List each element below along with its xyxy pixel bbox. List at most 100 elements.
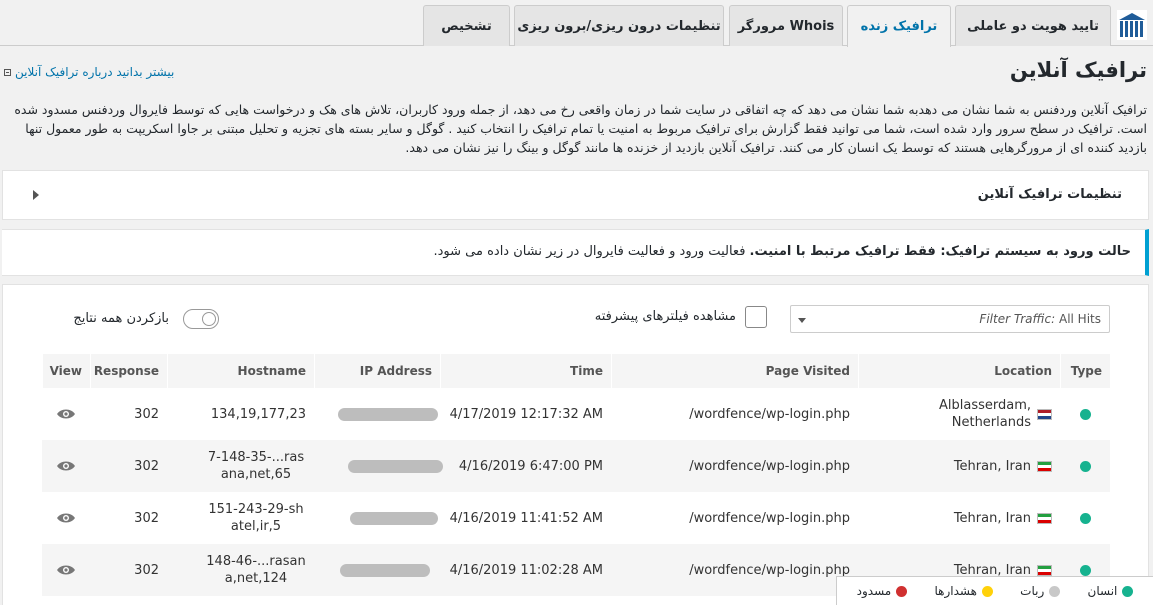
ip-cell	[340, 544, 430, 596]
table-row[interactable]: Tehran, Iran /wordfence/wp-login.php 4/1…	[42, 492, 1110, 544]
country-flag-icon	[1037, 512, 1052, 524]
table-row[interactable]: Tehran, Iran /wordfence/wp-login.php 4/1…	[42, 440, 1110, 492]
location-cell: Tehran, Iran	[858, 492, 1060, 544]
tab-import-export[interactable]: تنظیمات درون ریزی/برون ریزی	[514, 5, 724, 46]
time-text: 4/17/2019 12:17:32 AM	[449, 406, 603, 422]
col-ip[interactable]: IP Address	[314, 354, 440, 388]
col-location[interactable]: Location	[858, 354, 1060, 388]
redacted-ip	[340, 563, 430, 577]
toggle-knob	[202, 312, 216, 326]
notice-rest: فعالیت ورود و فعالیت فایروال در زیر نشان…	[433, 244, 750, 259]
col-type[interactable]: Type	[1060, 354, 1110, 388]
response-cell: 302	[90, 492, 167, 544]
filter-selected: All Hits	[1058, 312, 1101, 326]
wordfence-logo-icon	[1117, 10, 1147, 40]
tab-live-traffic[interactable]: ترافیک زنده	[847, 5, 951, 47]
col-hostname[interactable]: Hostname	[167, 354, 314, 388]
tab-label: تشخیص	[441, 18, 492, 34]
view-cell[interactable]	[42, 440, 90, 492]
eye-icon[interactable]	[56, 408, 76, 420]
legend-dot	[1122, 585, 1134, 597]
filter-label: Filter Traffic:	[979, 312, 1056, 326]
tab-label: تنظیمات درون ریزی/برون ریزی	[517, 18, 721, 34]
page-visited-text: /wordfence/wp-login.php	[689, 458, 850, 474]
hostname-cell: 148-46-...rasana,net,124	[167, 544, 314, 596]
tab-label: مرورگر Whois	[737, 18, 835, 34]
type-cell	[1060, 440, 1110, 492]
human-dot-icon	[1079, 512, 1091, 524]
col-page-visited[interactable]: Page Visited	[611, 354, 858, 388]
eye-icon[interactable]	[56, 512, 76, 524]
country-flag-icon	[1037, 460, 1052, 472]
settings-title: تنظیمات ترافیک آنلاین	[977, 187, 1122, 202]
advanced-filters-label: مشاهده فیلترهای پیشرفته	[594, 309, 736, 324]
country-flag-icon	[1037, 408, 1052, 420]
redacted-ip	[348, 459, 443, 473]
tab-label: ترافیک زنده	[860, 19, 938, 34]
redacted-ip	[350, 511, 438, 525]
redacted-ip	[338, 407, 438, 421]
time-text: 4/16/2019 11:02:28 AM	[449, 562, 603, 578]
page-visited-text: /wordfence/wp-login.php	[689, 562, 850, 578]
hostname-text: 134,19,177,23	[210, 406, 306, 422]
table-header: Type Location Page Visited Time IP Addre…	[42, 354, 1110, 388]
traffic-legend: انسان ربات هشدارها مسدود	[836, 576, 1153, 605]
filter-value: Filter Traffic: All Hits	[979, 312, 1101, 326]
response-cell: 302	[90, 440, 167, 492]
legend-dot	[1049, 585, 1061, 597]
col-time[interactable]: Time	[440, 354, 611, 388]
notice-text: حالت ورود به سیستم ترافیک: فقط ترافیک مر…	[434, 244, 1132, 259]
legend-label: انسان	[1087, 584, 1118, 598]
legend-dot	[981, 585, 993, 597]
legend-dot	[896, 585, 908, 597]
page-cell: /wordfence/wp-login.php	[611, 492, 858, 544]
ip-cell	[348, 440, 443, 492]
human-dot-icon	[1079, 408, 1091, 420]
eye-icon[interactable]	[56, 460, 76, 472]
time-cell: 4/17/2019 12:17:32 AM	[440, 388, 611, 440]
time-cell: 4/16/2019 11:02:28 AM	[440, 544, 611, 596]
traffic-mode-notice: حالت ورود به سیستم ترافیک: فقط ترافیک مر…	[2, 229, 1149, 276]
settings-panel-header[interactable]: تنظیمات ترافیک آنلاین	[2, 170, 1149, 220]
tab-diagnostics[interactable]: تشخیص	[423, 5, 510, 46]
ip-cell	[350, 492, 438, 544]
eye-icon[interactable]	[56, 564, 76, 576]
chevron-down-icon	[798, 318, 806, 323]
hostname-cell: 7-148-35-...rasana,net,65	[167, 440, 314, 492]
hostname-text: 151-243-29-shatel,ir,5	[208, 502, 304, 534]
learn-more-text: بیشتر بدانید درباره ترافیک آنلاین	[15, 65, 175, 79]
location-text: Alblasserdam, Netherlands	[938, 398, 1031, 430]
response-cell: 302	[90, 544, 167, 596]
filter-traffic-select[interactable]: Filter Traffic: All Hits	[790, 305, 1110, 333]
location-text: Tehran, Iran	[953, 458, 1031, 474]
location-cell: Tehran, Iran	[858, 440, 1060, 492]
caret-right-icon	[33, 190, 39, 200]
legend-human: انسان	[1088, 584, 1134, 598]
human-dot-icon	[1079, 564, 1091, 576]
view-cell[interactable]	[42, 544, 90, 596]
advanced-filters-checkbox[interactable]	[745, 306, 767, 328]
expand-all-label: بازکردن همه نتایج	[73, 311, 169, 326]
human-dot-icon	[1079, 460, 1091, 472]
tab-bar: تایید هویت دو عاملی ترافیک زنده مرورگر W…	[0, 0, 1153, 47]
view-cell[interactable]	[42, 388, 90, 440]
expand-all-toggle[interactable]	[183, 309, 219, 329]
view-cell[interactable]	[42, 492, 90, 544]
legend-label: ربات	[1020, 584, 1045, 598]
table-row[interactable]: Alblasserdam, Netherlands /wordfence/wp-…	[42, 388, 1110, 440]
page-visited-text: /wordfence/wp-login.php	[689, 510, 850, 526]
response-text: 302	[134, 406, 159, 422]
col-response[interactable]: Response	[90, 354, 167, 388]
col-view[interactable]: View	[42, 354, 90, 388]
collapse-icon	[4, 68, 11, 76]
legend-bot: ربات	[1020, 584, 1061, 598]
page-title: ترافیک آنلاین	[1009, 58, 1147, 82]
page-description: ترافیک آنلاین وردفنس به شما نشان می دهدب…	[14, 102, 1147, 155]
learn-more-link[interactable]: بیشتر بدانید درباره ترافیک آنلاین	[4, 65, 174, 79]
time-cell: 4/16/2019 6:47:00 PM	[440, 440, 611, 492]
tab-whois[interactable]: مرورگر Whois	[729, 5, 843, 46]
page-cell: /wordfence/wp-login.php	[611, 544, 858, 596]
legend-warnings: هشدارها	[934, 584, 993, 598]
tab-two-factor[interactable]: تایید هویت دو عاملی	[955, 5, 1111, 46]
page-visited-text: /wordfence/wp-login.php	[689, 406, 850, 422]
